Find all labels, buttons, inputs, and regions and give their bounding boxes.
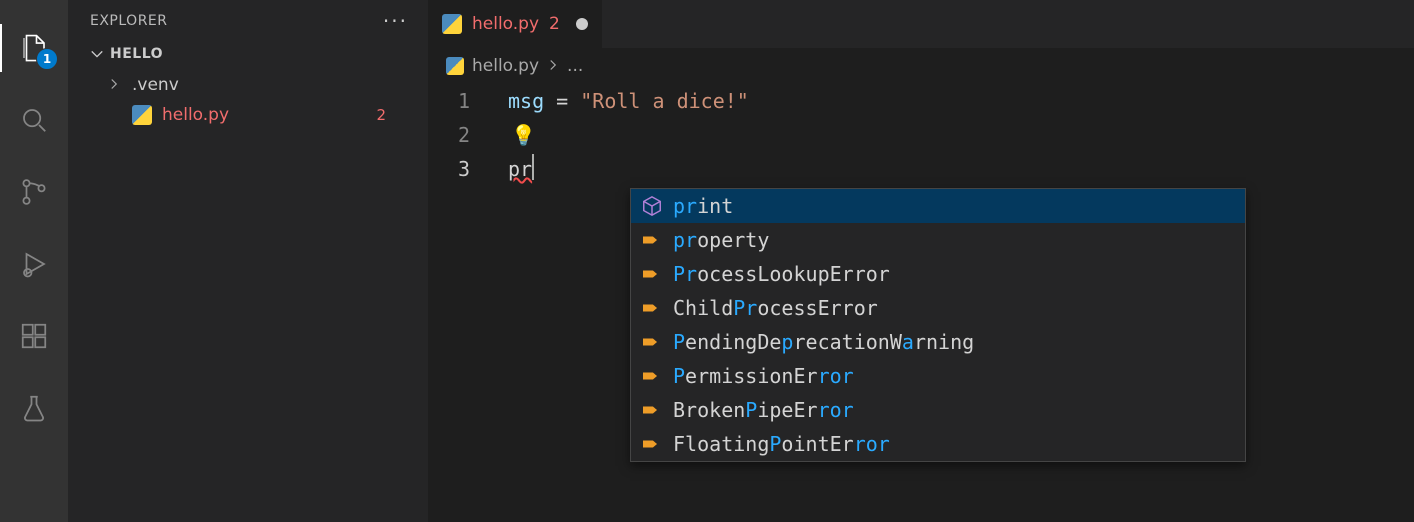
tree-item-label: .venv — [132, 75, 179, 95]
tab-hello-py[interactable]: hello.py 2 — [428, 0, 602, 48]
suggest-label: PermissionError — [673, 359, 854, 393]
python-file-icon — [442, 14, 462, 34]
token-operator: = — [544, 89, 580, 113]
breadcrumb-rest: ... — [567, 56, 583, 76]
suggest-item[interactable]: print — [631, 189, 1245, 223]
tab-error-count: 2 — [549, 14, 560, 34]
line-number: 2 — [428, 118, 470, 152]
suggest-item[interactable]: FloatingPointError — [631, 427, 1245, 461]
code-line[interactable]: msg = "Roll a dice!" — [488, 84, 749, 118]
code-editor[interactable]: 1 2 3 msg = "Roll a dice!" 💡 pr printpro… — [428, 84, 1414, 186]
activity-explorer-icon[interactable]: 1 — [10, 24, 58, 72]
token-variable: msg — [508, 89, 544, 113]
chevron-down-icon — [90, 47, 104, 61]
chevron-right-icon — [547, 56, 559, 76]
line-number: 1 — [428, 84, 470, 118]
chevron-right-icon — [108, 75, 122, 95]
class-icon — [641, 365, 663, 387]
class-icon — [641, 297, 663, 319]
tab-dirty-icon[interactable] — [576, 18, 588, 30]
suggest-label: ProcessLookupError — [673, 257, 890, 291]
line-number-gutter: 1 2 3 — [428, 84, 488, 186]
class-icon — [641, 433, 663, 455]
tree-row-folder[interactable]: .venv — [90, 70, 406, 100]
suggest-item[interactable]: PendingDeprecationWarning — [631, 325, 1245, 359]
suggest-label: BrokenPipeError — [673, 393, 854, 427]
file-tree: .venv hello.py 2 — [68, 66, 428, 134]
tree-item-error-count: 2 — [376, 106, 386, 124]
breadcrumbs[interactable]: hello.py ... — [428, 48, 1414, 84]
sidebar-folder-name: HELLO — [110, 46, 163, 62]
explorer-badge: 1 — [36, 48, 58, 70]
suggest-item[interactable]: PermissionError — [631, 359, 1245, 393]
suggest-item[interactable]: ProcessLookupError — [631, 257, 1245, 291]
sidebar-folder-header[interactable]: HELLO — [68, 42, 428, 66]
tree-row-file[interactable]: hello.py 2 — [90, 100, 406, 130]
suggest-label: PendingDeprecationWarning — [673, 325, 974, 359]
python-file-icon — [132, 105, 152, 125]
line-number: 3 — [428, 152, 470, 186]
suggest-item[interactable]: BrokenPipeError — [631, 393, 1245, 427]
lightbulb-icon[interactable]: 💡 — [511, 123, 536, 147]
code-line[interactable]: 💡 — [488, 118, 749, 152]
sidebar-more-icon[interactable]: ··· — [383, 9, 408, 33]
suggest-label: FloatingPointError — [673, 427, 890, 461]
suggest-item[interactable]: ChildProcessError — [631, 291, 1245, 325]
sidebar-title: EXPLORER — [90, 13, 168, 29]
tree-item-label: hello.py — [162, 105, 229, 125]
activity-bar: 1 — [0, 0, 68, 522]
activity-run-debug-icon[interactable] — [10, 240, 58, 288]
text-cursor — [532, 154, 534, 180]
suggest-item[interactable]: property — [631, 223, 1245, 257]
activity-source-control-icon[interactable] — [10, 168, 58, 216]
activity-search-icon[interactable] — [10, 96, 58, 144]
class-icon — [641, 229, 663, 251]
activity-extensions-icon[interactable] — [10, 312, 58, 360]
editor-area: hello.py 2 hello.py ... 1 2 3 msg = "Rol… — [428, 0, 1414, 522]
activity-testing-icon[interactable] — [10, 384, 58, 432]
breadcrumb-file: hello.py — [472, 56, 539, 76]
suggest-widget[interactable]: printpropertyProcessLookupErrorChildProc… — [630, 188, 1246, 462]
sidebar: EXPLORER ··· HELLO .venv hello.py 2 — [68, 0, 428, 522]
tab-filename: hello.py — [472, 14, 539, 34]
code-content[interactable]: msg = "Roll a dice!" 💡 pr printpropertyP… — [488, 84, 749, 186]
code-line[interactable]: pr — [488, 152, 749, 186]
tab-bar: hello.py 2 — [428, 0, 1414, 48]
suggest-label: ChildProcessError — [673, 291, 878, 325]
module-icon — [641, 195, 663, 217]
class-icon — [641, 331, 663, 353]
suggest-label: print — [673, 189, 733, 223]
suggest-label: property — [673, 223, 769, 257]
token-string: "Roll a dice!" — [580, 89, 749, 113]
token-typed: pr — [508, 157, 532, 181]
class-icon — [641, 399, 663, 421]
python-file-icon — [446, 57, 464, 75]
class-icon — [641, 263, 663, 285]
